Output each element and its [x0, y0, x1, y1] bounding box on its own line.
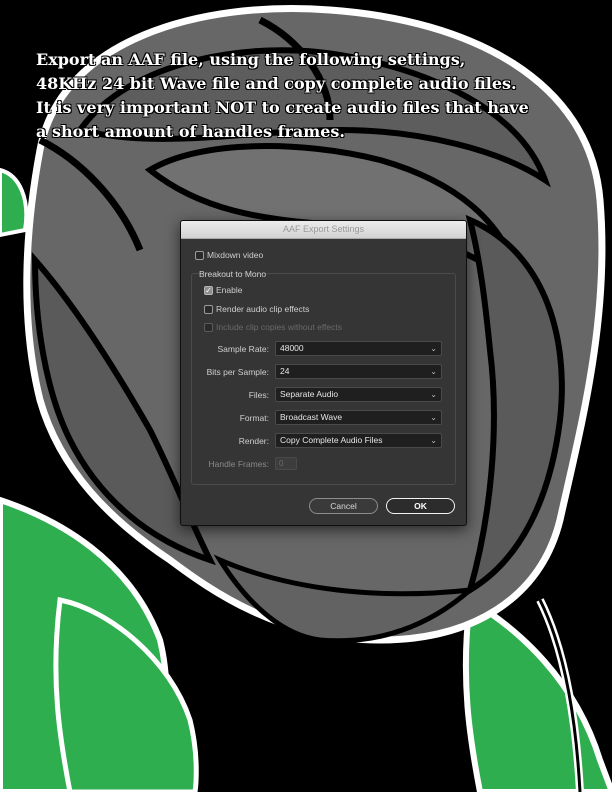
render-value: Copy Complete Audio Files [280, 435, 383, 445]
sample-rate-label: Sample Rate: [217, 344, 270, 354]
files-label: Files: [248, 390, 269, 400]
instructions-line-3: It is very important NOT to create audio… [36, 98, 529, 117]
handle-frames-input: 0 [275, 457, 297, 470]
cancel-button[interactable]: Cancel [309, 498, 378, 514]
instructions-line-2: 48KHz 24 bit Wave file and copy complete… [36, 74, 517, 93]
sample-rate-select[interactable]: 48000 ⌄ [275, 341, 442, 356]
include-clip-copies-label: Include clip copies without effects [216, 322, 342, 332]
sample-rate-value: 48000 [280, 343, 304, 353]
instructions-text: Export an AAF file, using the following … [36, 48, 596, 144]
checkmark-icon[interactable]: ✓ [204, 285, 213, 295]
handle-frames-label: Handle Frames: [208, 459, 269, 469]
render-label: Render: [238, 436, 269, 446]
files-select[interactable]: Separate Audio ⌄ [275, 387, 442, 402]
include-clip-copies-checkbox: Include clip copies without effects [204, 322, 342, 332]
render-audio-clip-effects-label: Render audio clip effects [216, 304, 310, 314]
chevron-down-icon: ⌄ [430, 390, 437, 399]
aaf-export-settings-dialog: AAF Export Settings Mixdown video Breako… [180, 220, 467, 526]
format-select[interactable]: Broadcast Wave ⌄ [275, 410, 442, 425]
chevron-down-icon: ⌄ [430, 413, 437, 422]
ok-button[interactable]: OK [386, 498, 455, 514]
dialog-title: AAF Export Settings [181, 221, 466, 239]
chevron-down-icon: ⌄ [430, 367, 437, 376]
render-audio-clip-effects-checkbox[interactable]: Render audio clip effects [204, 304, 309, 314]
bits-per-sample-select[interactable]: 24 ⌄ [275, 364, 442, 379]
chevron-down-icon: ⌄ [430, 436, 437, 445]
format-value: Broadcast Wave [280, 412, 343, 422]
chevron-down-icon: ⌄ [430, 344, 437, 353]
instructions-line-4: a short amount of handles frames. [36, 122, 345, 141]
checkbox-unchecked-icon[interactable] [204, 304, 213, 314]
checkbox-unchecked-icon[interactable] [195, 250, 204, 260]
enable-label: Enable [216, 285, 243, 295]
bits-per-sample-label: Bits per Sample: [206, 367, 269, 377]
render-select[interactable]: Copy Complete Audio Files ⌄ [275, 433, 442, 448]
enable-checkbox[interactable]: ✓ Enable [204, 285, 242, 295]
instructions-line-1: Export an AAF file, using the following … [36, 50, 466, 69]
bits-per-sample-value: 24 [280, 366, 290, 376]
mixdown-video-checkbox[interactable]: Mixdown video [195, 250, 263, 260]
checkbox-disabled-icon [204, 322, 213, 332]
format-label: Format: [239, 413, 269, 423]
breakout-to-mono-label: Breakout to Mono [199, 269, 267, 279]
files-value: Separate Audio [280, 389, 339, 399]
mixdown-video-label: Mixdown video [207, 250, 264, 260]
